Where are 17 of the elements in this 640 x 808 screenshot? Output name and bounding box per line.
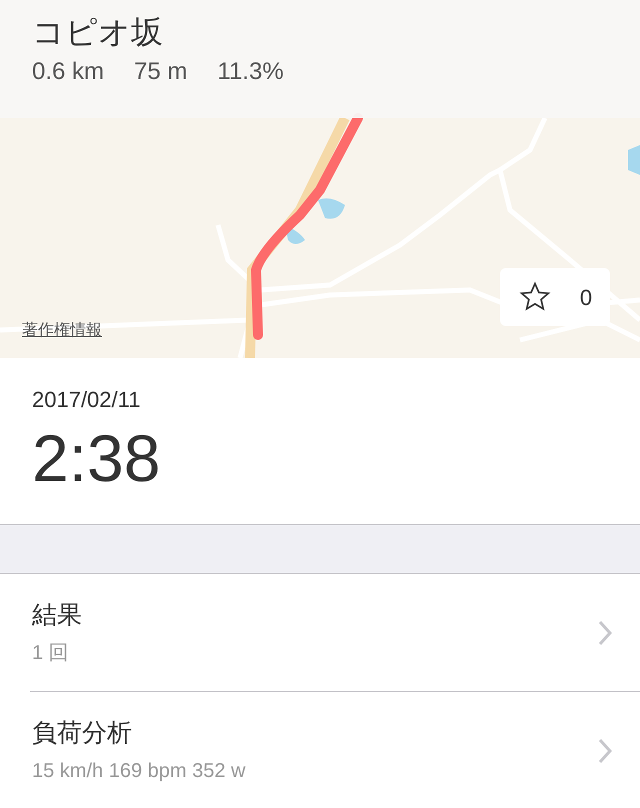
date-label: 2017/02/11 — [32, 386, 142, 414]
list-row[interactable]: 負荷分析 15 km/h 169 bpm 352 w — [0, 692, 640, 808]
favorite-button[interactable]: 0 — [500, 268, 610, 326]
segment-stat: 0.6 km — [32, 57, 104, 87]
time-value: 2:38 — [32, 420, 162, 497]
legal-link[interactable]: 著作権情報 — [22, 319, 102, 343]
row-title: 結果 — [32, 600, 83, 631]
segment-stat: 75 m — [134, 57, 188, 87]
list-row[interactable]: 結果 1 回 — [0, 574, 640, 692]
row-detail: 1 回 — [32, 641, 70, 666]
segment-name: コピオ坂 — [32, 13, 164, 52]
row-detail: 15 km/h 169 bpm 352 w — [32, 759, 246, 784]
star-icon — [518, 281, 552, 313]
chevron-icon — [598, 738, 612, 764]
chevron-icon — [598, 620, 612, 646]
row-title: 負荷分析 — [32, 718, 133, 749]
segment-stat: 11.3% — [217, 57, 284, 87]
